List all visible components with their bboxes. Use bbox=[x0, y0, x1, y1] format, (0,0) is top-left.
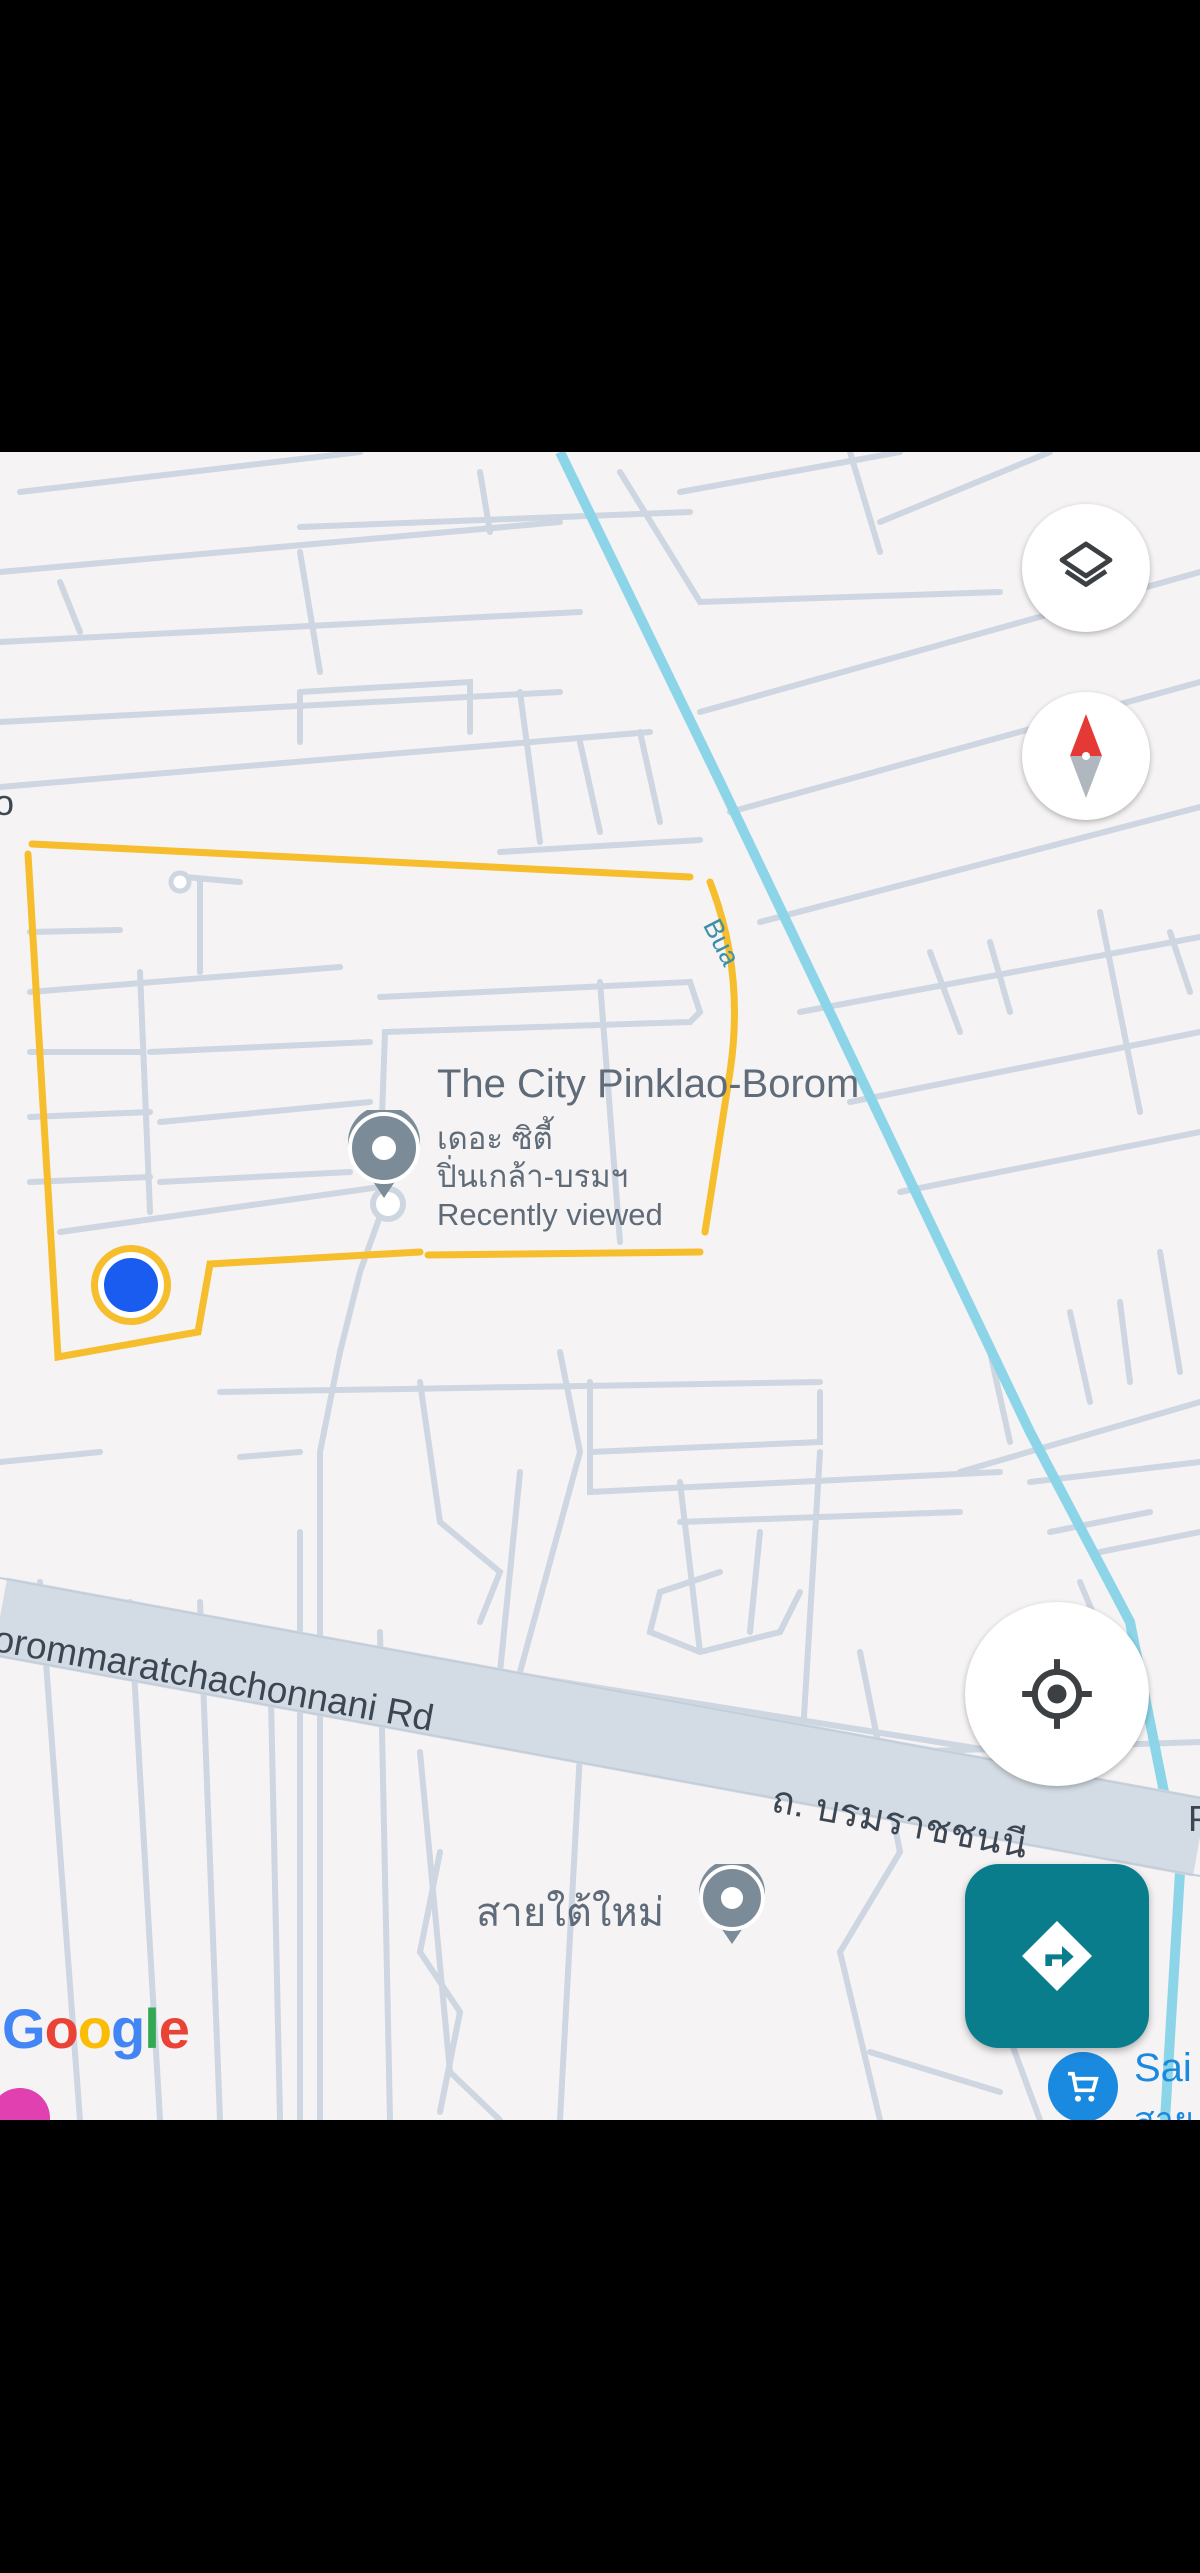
poi-subtitle-line1: เดอะ ซิตี้ bbox=[437, 1121, 553, 1156]
poi-marker-sai-tai-mai[interactable] bbox=[697, 1859, 767, 1948]
my-location-dot bbox=[88, 1242, 174, 1328]
shop-label[interactable]: Sai bbox=[1134, 2046, 1192, 2091]
map-view[interactable]: o P Bua The City Pinklao-Borom เดอะ ซิตี… bbox=[0, 452, 1200, 2120]
google-logo-letter: l bbox=[144, 1997, 160, 2060]
google-logo-letter: o bbox=[77, 1997, 112, 2060]
shopping-cart-icon[interactable] bbox=[1048, 2052, 1118, 2120]
poi-recently-viewed: Recently viewed bbox=[437, 1197, 663, 1232]
google-logo-letter: g bbox=[111, 1997, 145, 2060]
google-logo-letter: o bbox=[44, 1997, 79, 2060]
compass-button[interactable] bbox=[1022, 692, 1150, 820]
poi2-label[interactable]: สายใต้ใหม่ bbox=[476, 1880, 664, 1944]
my-location-icon bbox=[1022, 1659, 1092, 1729]
compass-icon bbox=[1070, 714, 1102, 798]
google-logo: Google bbox=[2, 1996, 190, 2061]
edge-label-fragment-right: P bbox=[1188, 1798, 1200, 1840]
google-logo-letter: G bbox=[2, 1997, 46, 2060]
layers-button[interactable] bbox=[1022, 504, 1150, 632]
google-logo-letter: e bbox=[158, 1997, 190, 2060]
poi-marker-the-city[interactable] bbox=[346, 1105, 422, 1202]
poi-subtitle-line2: ปิ่นเกล้า-บรมฯ bbox=[437, 1159, 629, 1194]
layers-icon bbox=[1059, 541, 1113, 587]
my-location-button[interactable] bbox=[965, 1602, 1149, 1786]
directions-icon bbox=[1022, 1921, 1092, 1991]
poi-title[interactable]: The City Pinklao-Borom bbox=[437, 1062, 859, 1107]
place-pin-icon bbox=[699, 1859, 765, 1944]
shop-label-th: สาย bbox=[1134, 2101, 1194, 2120]
edge-label-fragment: o bbox=[0, 782, 15, 823]
place-pin-icon bbox=[348, 1105, 420, 1198]
directions-button[interactable] bbox=[965, 1864, 1149, 2048]
